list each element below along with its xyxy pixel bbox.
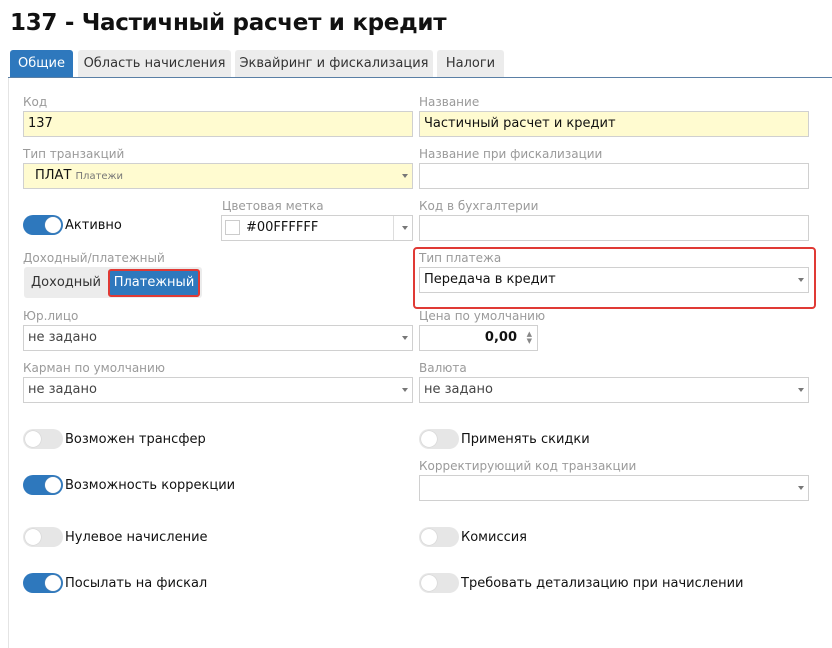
page-title: 137 - Частичный расчет и кредит: [10, 10, 447, 36]
chevron-down-icon: [402, 226, 408, 230]
color-value: #00FFFFFF: [246, 220, 319, 235]
currency-value: не задано: [424, 382, 493, 397]
price-label: Цена по умолчанию: [419, 309, 546, 323]
corr-code-label: Корректирующий код транзакции: [419, 459, 637, 473]
color-swatch: [225, 220, 240, 235]
tx-type-select[interactable]: ПЛАТ Платежи: [23, 163, 413, 189]
zero-label: Нулевое начисление: [65, 530, 208, 545]
chevron-down-icon: [402, 336, 408, 340]
chevron-down-icon: [798, 278, 804, 282]
price-value: 0,00: [484, 330, 517, 345]
send-fiscal-label: Посылать на фискал: [65, 576, 208, 591]
legal-select[interactable]: не задано: [23, 325, 413, 351]
chevron-down-icon: [798, 388, 804, 392]
color-label: Цветовая метка: [222, 199, 324, 213]
income-option[interactable]: Доходный: [24, 267, 108, 298]
zero-toggle[interactable]: [23, 527, 63, 547]
active-label: Активно: [65, 218, 122, 233]
transfer-label: Возможен трансфер: [65, 432, 206, 447]
tab-general[interactable]: Общие: [10, 50, 73, 77]
chevron-down-icon: [798, 486, 804, 490]
divider: [393, 216, 394, 240]
correction-toggle[interactable]: [23, 475, 63, 495]
color-picker[interactable]: #00FFFFFF: [221, 215, 413, 241]
payment-type-select[interactable]: Передача в кредит: [419, 267, 809, 293]
active-toggle[interactable]: [23, 215, 63, 235]
panel-border: [8, 78, 9, 648]
code-input[interactable]: 137: [23, 111, 413, 137]
currency-label: Валюта: [419, 361, 467, 375]
tab-accrual-area[interactable]: Область начисления: [78, 50, 231, 77]
discounts-toggle[interactable]: [419, 429, 459, 449]
tab-acquiring[interactable]: Эквайринг и фискализация: [235, 50, 433, 77]
tx-type-label: Тип транзакций: [23, 147, 125, 161]
pocket-label: Карман по умолчанию: [23, 361, 165, 375]
transfer-toggle[interactable]: [23, 429, 63, 449]
name-input[interactable]: Частичный расчет и кредит: [419, 111, 809, 137]
fiscal-name-input[interactable]: [419, 163, 809, 189]
chevron-down-icon: [402, 388, 408, 392]
spinner-icon[interactable]: ▲ ▼: [527, 331, 532, 345]
income-payment-segmented: Доходный Платежный: [24, 267, 202, 298]
payment-option[interactable]: Платежный: [108, 269, 200, 297]
discounts-label: Применять скидки: [461, 432, 590, 447]
chevron-down-icon: [402, 174, 408, 178]
tx-type-sub: Платежи: [75, 171, 124, 182]
legal-label: Юр.лицо: [23, 309, 79, 323]
price-stepper[interactable]: 0,00 ▲ ▼: [419, 325, 538, 351]
acc-code-input[interactable]: [419, 215, 809, 241]
income-payment-label: Доходный/платежный: [23, 251, 165, 265]
acc-code-label: Код в бухгалтерии: [419, 199, 539, 213]
commission-toggle[interactable]: [419, 527, 459, 547]
corr-code-select[interactable]: [419, 475, 809, 501]
pocket-select[interactable]: не задано: [23, 377, 413, 403]
tab-taxes[interactable]: Налоги: [437, 50, 504, 77]
detail-toggle[interactable]: [419, 573, 459, 593]
payment-type-label: Тип платежа: [419, 251, 502, 265]
send-fiscal-toggle[interactable]: [23, 573, 63, 593]
currency-select[interactable]: не задано: [419, 377, 809, 403]
name-label: Название: [419, 95, 480, 109]
tabs-divider: [8, 77, 832, 78]
tx-type-value: ПЛАТ: [35, 168, 72, 183]
payment-type-value: Передача в кредит: [424, 272, 556, 287]
commission-label: Комиссия: [461, 530, 528, 545]
correction-label: Возможность коррекции: [65, 478, 236, 493]
code-label: Код: [23, 95, 48, 109]
pocket-value: не задано: [28, 382, 97, 397]
fiscal-name-label: Название при фискализации: [419, 147, 603, 161]
legal-value: не задано: [28, 330, 97, 345]
detail-label: Требовать детализацию при начислении: [461, 576, 744, 591]
